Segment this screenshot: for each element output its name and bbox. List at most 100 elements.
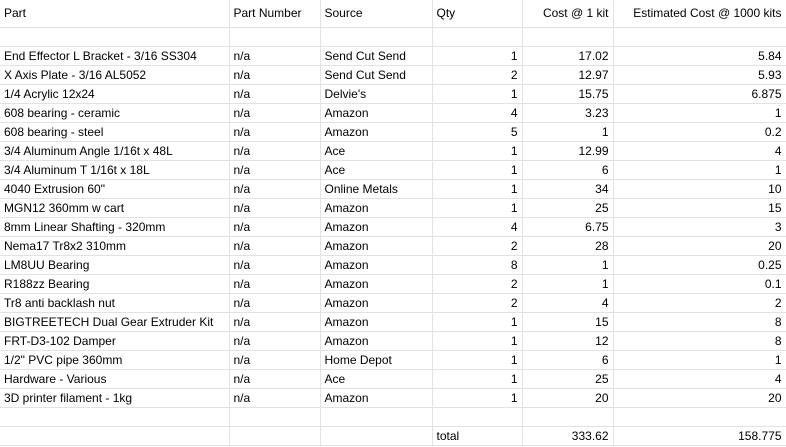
cell-part[interactable]: Tr8 anti backlash nut bbox=[0, 293, 230, 313]
cell-source[interactable]: Send Cut Send bbox=[320, 46, 433, 66]
cell-source[interactable]: Home Depot bbox=[320, 350, 433, 370]
cell[interactable] bbox=[432, 407, 523, 427]
cell-cost-1-kit[interactable]: 28 bbox=[522, 236, 614, 256]
cell-part[interactable]: 1/4 Acrylic 12x24 bbox=[0, 84, 230, 104]
cell-cost-1000-kits[interactable]: 2 bbox=[613, 293, 786, 313]
cell-part-number[interactable]: n/a bbox=[229, 160, 321, 180]
cell[interactable] bbox=[432, 27, 523, 47]
cell-cost-1-kit[interactable]: 15 bbox=[522, 312, 614, 332]
cell-cost-1-kit[interactable]: 4 bbox=[522, 293, 614, 313]
cell-part[interactable]: BIGTREETECH Dual Gear Extruder Kit bbox=[0, 312, 230, 332]
cell-source[interactable]: Amazon bbox=[320, 122, 433, 142]
cell-cost-1-kit[interactable]: 34 bbox=[522, 179, 614, 199]
header-cell-cost-1000-kits[interactable]: Estimated Cost @ 1000 kits bbox=[613, 0, 786, 28]
cell-part[interactable]: FRT-D3-102 Damper bbox=[0, 331, 230, 351]
cell-cost-1-kit[interactable]: 12.99 bbox=[522, 141, 614, 161]
cell-source[interactable]: Amazon bbox=[320, 388, 433, 408]
cell-cost-1-kit[interactable]: 12 bbox=[522, 331, 614, 351]
cell[interactable] bbox=[320, 27, 433, 47]
cell-part[interactable]: 608 bearing - steel bbox=[0, 122, 230, 142]
cell-part-number[interactable]: n/a bbox=[229, 293, 321, 313]
cell-part[interactable]: Hardware - Various bbox=[0, 369, 230, 389]
cell-qty[interactable]: 4 bbox=[432, 217, 523, 237]
cell-part-number[interactable]: n/a bbox=[229, 312, 321, 332]
cell-cost-1000-kits[interactable]: 10 bbox=[613, 179, 786, 199]
cell-cost-1000-kits[interactable]: 15 bbox=[613, 198, 786, 218]
cell-cost-1000-kits[interactable]: 1 bbox=[613, 350, 786, 370]
cell-source[interactable]: Amazon bbox=[320, 255, 433, 275]
cell-cost-1-kit[interactable]: 3.23 bbox=[522, 103, 614, 123]
cell[interactable] bbox=[229, 426, 321, 446]
cell-qty[interactable]: 5 bbox=[432, 122, 523, 142]
cell-part-number[interactable]: n/a bbox=[229, 122, 321, 142]
cell-part-number[interactable]: n/a bbox=[229, 198, 321, 218]
cell-qty[interactable]: 1 bbox=[432, 84, 523, 104]
header-cell-cost-1-kit[interactable]: Cost @ 1 kit bbox=[522, 0, 614, 28]
cell-qty[interactable]: 1 bbox=[432, 160, 523, 180]
cell-qty[interactable]: 1 bbox=[432, 198, 523, 218]
cell-cost-1-kit[interactable]: 17.02 bbox=[522, 46, 614, 66]
cell-source[interactable]: Amazon bbox=[320, 198, 433, 218]
cell-cost-1000-kits[interactable]: 8 bbox=[613, 312, 786, 332]
cell-part-number[interactable]: n/a bbox=[229, 217, 321, 237]
cell-part[interactable]: R188zz Bearing bbox=[0, 274, 230, 294]
cell-part[interactable]: 3/4 Aluminum Angle 1/16t x 48L bbox=[0, 141, 230, 161]
cell[interactable] bbox=[0, 27, 230, 47]
cell-part-number[interactable]: n/a bbox=[229, 236, 321, 256]
cell-cost-1000-kits[interactable]: 1 bbox=[613, 160, 786, 180]
cell-qty[interactable]: 1 bbox=[432, 369, 523, 389]
cell[interactable] bbox=[522, 407, 614, 427]
cell-part[interactable]: 1/2" PVC pipe 360mm bbox=[0, 350, 230, 370]
cell-qty[interactable]: 4 bbox=[432, 103, 523, 123]
total-cost-1000-kits[interactable]: 158.775 bbox=[613, 426, 786, 446]
cell-cost-1-kit[interactable]: 1 bbox=[522, 274, 614, 294]
cell-part[interactable]: 3D printer filament - 1kg bbox=[0, 388, 230, 408]
cell-qty[interactable]: 1 bbox=[432, 331, 523, 351]
cell-part-number[interactable]: n/a bbox=[229, 388, 321, 408]
cell-qty[interactable]: 1 bbox=[432, 179, 523, 199]
cell-qty[interactable]: 2 bbox=[432, 236, 523, 256]
cell-part[interactable]: Nema17 Tr8x2 310mm bbox=[0, 236, 230, 256]
cell-cost-1000-kits[interactable]: 6.875 bbox=[613, 84, 786, 104]
cell-cost-1-kit[interactable]: 6 bbox=[522, 350, 614, 370]
cell-source[interactable]: Amazon bbox=[320, 236, 433, 256]
cell-part-number[interactable]: n/a bbox=[229, 84, 321, 104]
cell-part-number[interactable]: n/a bbox=[229, 46, 321, 66]
cell-cost-1000-kits[interactable]: 4 bbox=[613, 141, 786, 161]
cell-cost-1000-kits[interactable]: 0.25 bbox=[613, 255, 786, 275]
cell-part[interactable]: 8mm Linear Shafting - 320mm bbox=[0, 217, 230, 237]
header-cell-part-number[interactable]: Part Number bbox=[229, 0, 321, 28]
cell[interactable] bbox=[613, 27, 786, 47]
cell-source[interactable]: Amazon bbox=[320, 103, 433, 123]
cell-qty[interactable]: 1 bbox=[432, 388, 523, 408]
cell-cost-1-kit[interactable]: 25 bbox=[522, 369, 614, 389]
cell-cost-1-kit[interactable]: 1 bbox=[522, 122, 614, 142]
cell-qty[interactable]: 1 bbox=[432, 350, 523, 370]
cell-source[interactable]: Ace bbox=[320, 369, 433, 389]
cell-part-number[interactable]: n/a bbox=[229, 255, 321, 275]
cell-source[interactable]: Send Cut Send bbox=[320, 65, 433, 85]
cell-source[interactable]: Delvie's bbox=[320, 84, 433, 104]
cell-part-number[interactable]: n/a bbox=[229, 65, 321, 85]
header-cell-part[interactable]: Part bbox=[0, 0, 230, 28]
cell-cost-1-kit[interactable]: 20 bbox=[522, 388, 614, 408]
cell[interactable] bbox=[320, 426, 433, 446]
cell-qty[interactable]: 2 bbox=[432, 293, 523, 313]
cell-part[interactable]: MGN12 360mm w cart bbox=[0, 198, 230, 218]
cell[interactable] bbox=[320, 407, 433, 427]
cell-cost-1-kit[interactable]: 25 bbox=[522, 198, 614, 218]
cell-cost-1000-kits[interactable]: 20 bbox=[613, 236, 786, 256]
cell-part-number[interactable]: n/a bbox=[229, 179, 321, 199]
cell-source[interactable]: Ace bbox=[320, 160, 433, 180]
cell-cost-1000-kits[interactable]: 20 bbox=[613, 388, 786, 408]
cell-cost-1000-kits[interactable]: 0.1 bbox=[613, 274, 786, 294]
cell[interactable] bbox=[0, 426, 230, 446]
cell-cost-1-kit[interactable]: 6 bbox=[522, 160, 614, 180]
cell-part-number[interactable]: n/a bbox=[229, 350, 321, 370]
cell-qty[interactable]: 1 bbox=[432, 141, 523, 161]
total-label[interactable]: total bbox=[432, 426, 523, 446]
cell-source[interactable]: Online Metals bbox=[320, 179, 433, 199]
cell-cost-1000-kits[interactable]: 8 bbox=[613, 331, 786, 351]
cell[interactable] bbox=[229, 407, 321, 427]
cell-part[interactable]: X Axis Plate - 3/16 AL5052 bbox=[0, 65, 230, 85]
